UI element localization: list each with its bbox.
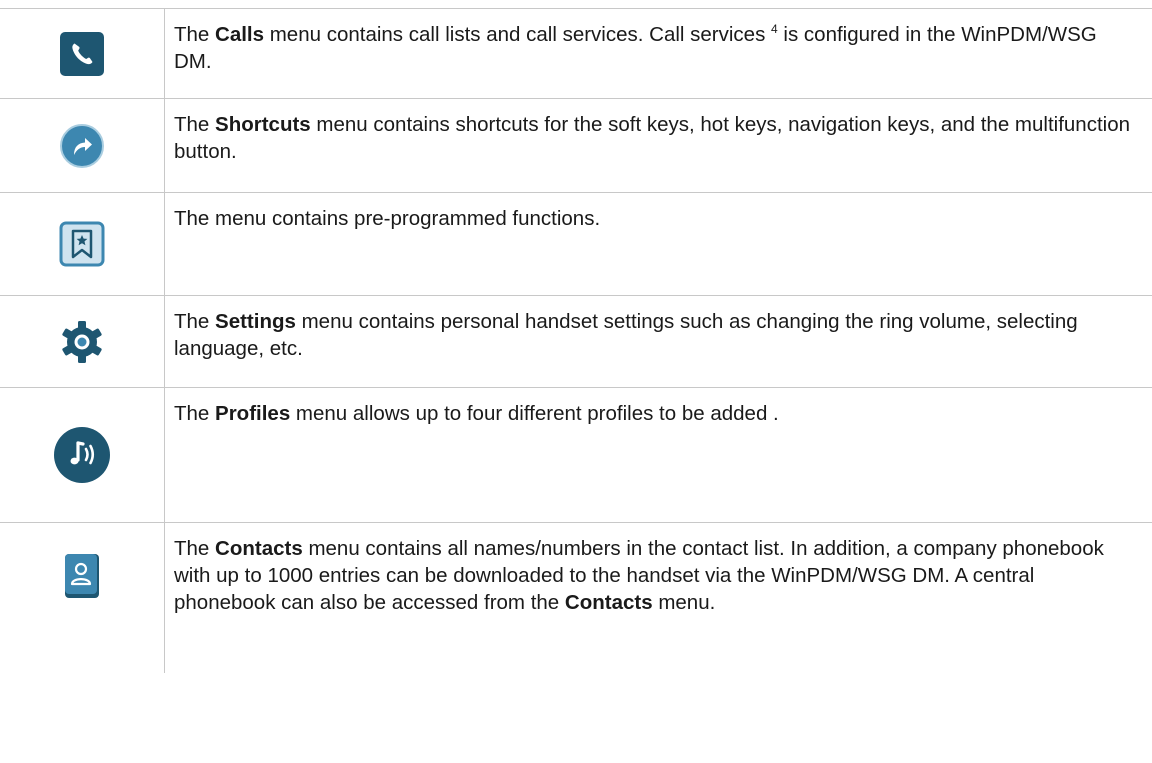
table-row: The Calls menu contains call lists and c…: [0, 8, 1152, 99]
icon-cell: [0, 8, 165, 99]
table-row: The Profiles menu allows up to four diff…: [0, 387, 1152, 523]
description-cell: The menu contains pre-programmed functio…: [164, 192, 1152, 296]
shortcut-arrow-icon: [60, 123, 104, 168]
table-row: The Shortcuts menu contains shortcuts fo…: [0, 98, 1152, 193]
description-cell: The Contacts menu contains all names/num…: [164, 522, 1152, 673]
icon-cell: [0, 522, 165, 673]
description-cell: The Profiles menu allows up to four diff…: [164, 387, 1152, 523]
bookmark-star-icon: [59, 221, 105, 267]
menu-table: The Calls menu contains call lists and c…: [0, 8, 1152, 673]
description-cell: The Calls menu contains call lists and c…: [164, 8, 1152, 99]
description-cell: The Shortcuts menu contains shortcuts fo…: [164, 98, 1152, 193]
contacts-book-icon: [65, 554, 99, 598]
icon-cell: [0, 295, 165, 388]
row-text: The Profiles menu allows up to four diff…: [174, 402, 779, 425]
icon-cell: [0, 98, 165, 193]
table-row: The Contacts menu contains all names/num…: [0, 522, 1152, 673]
gear-icon: [62, 320, 102, 363]
icon-cell: [0, 387, 165, 523]
music-note-sound-icon: [54, 427, 110, 483]
row-text: The Shortcuts menu contains shortcuts fo…: [174, 113, 1131, 163]
row-text: The Contacts menu contains all names/num…: [174, 537, 1104, 614]
table-row: The Settings menu contains personal hand…: [0, 295, 1152, 388]
row-text: The Settings menu contains personal hand…: [174, 310, 1078, 360]
row-text: The menu contains pre-programmed functio…: [174, 207, 601, 230]
row-text: The Calls menu contains call lists and c…: [174, 22, 1097, 73]
icon-cell: [0, 192, 165, 296]
description-cell: The Settings menu contains personal hand…: [164, 295, 1152, 388]
phone-icon: [60, 31, 104, 76]
table-row: The menu contains pre-programmed functio…: [0, 192, 1152, 296]
